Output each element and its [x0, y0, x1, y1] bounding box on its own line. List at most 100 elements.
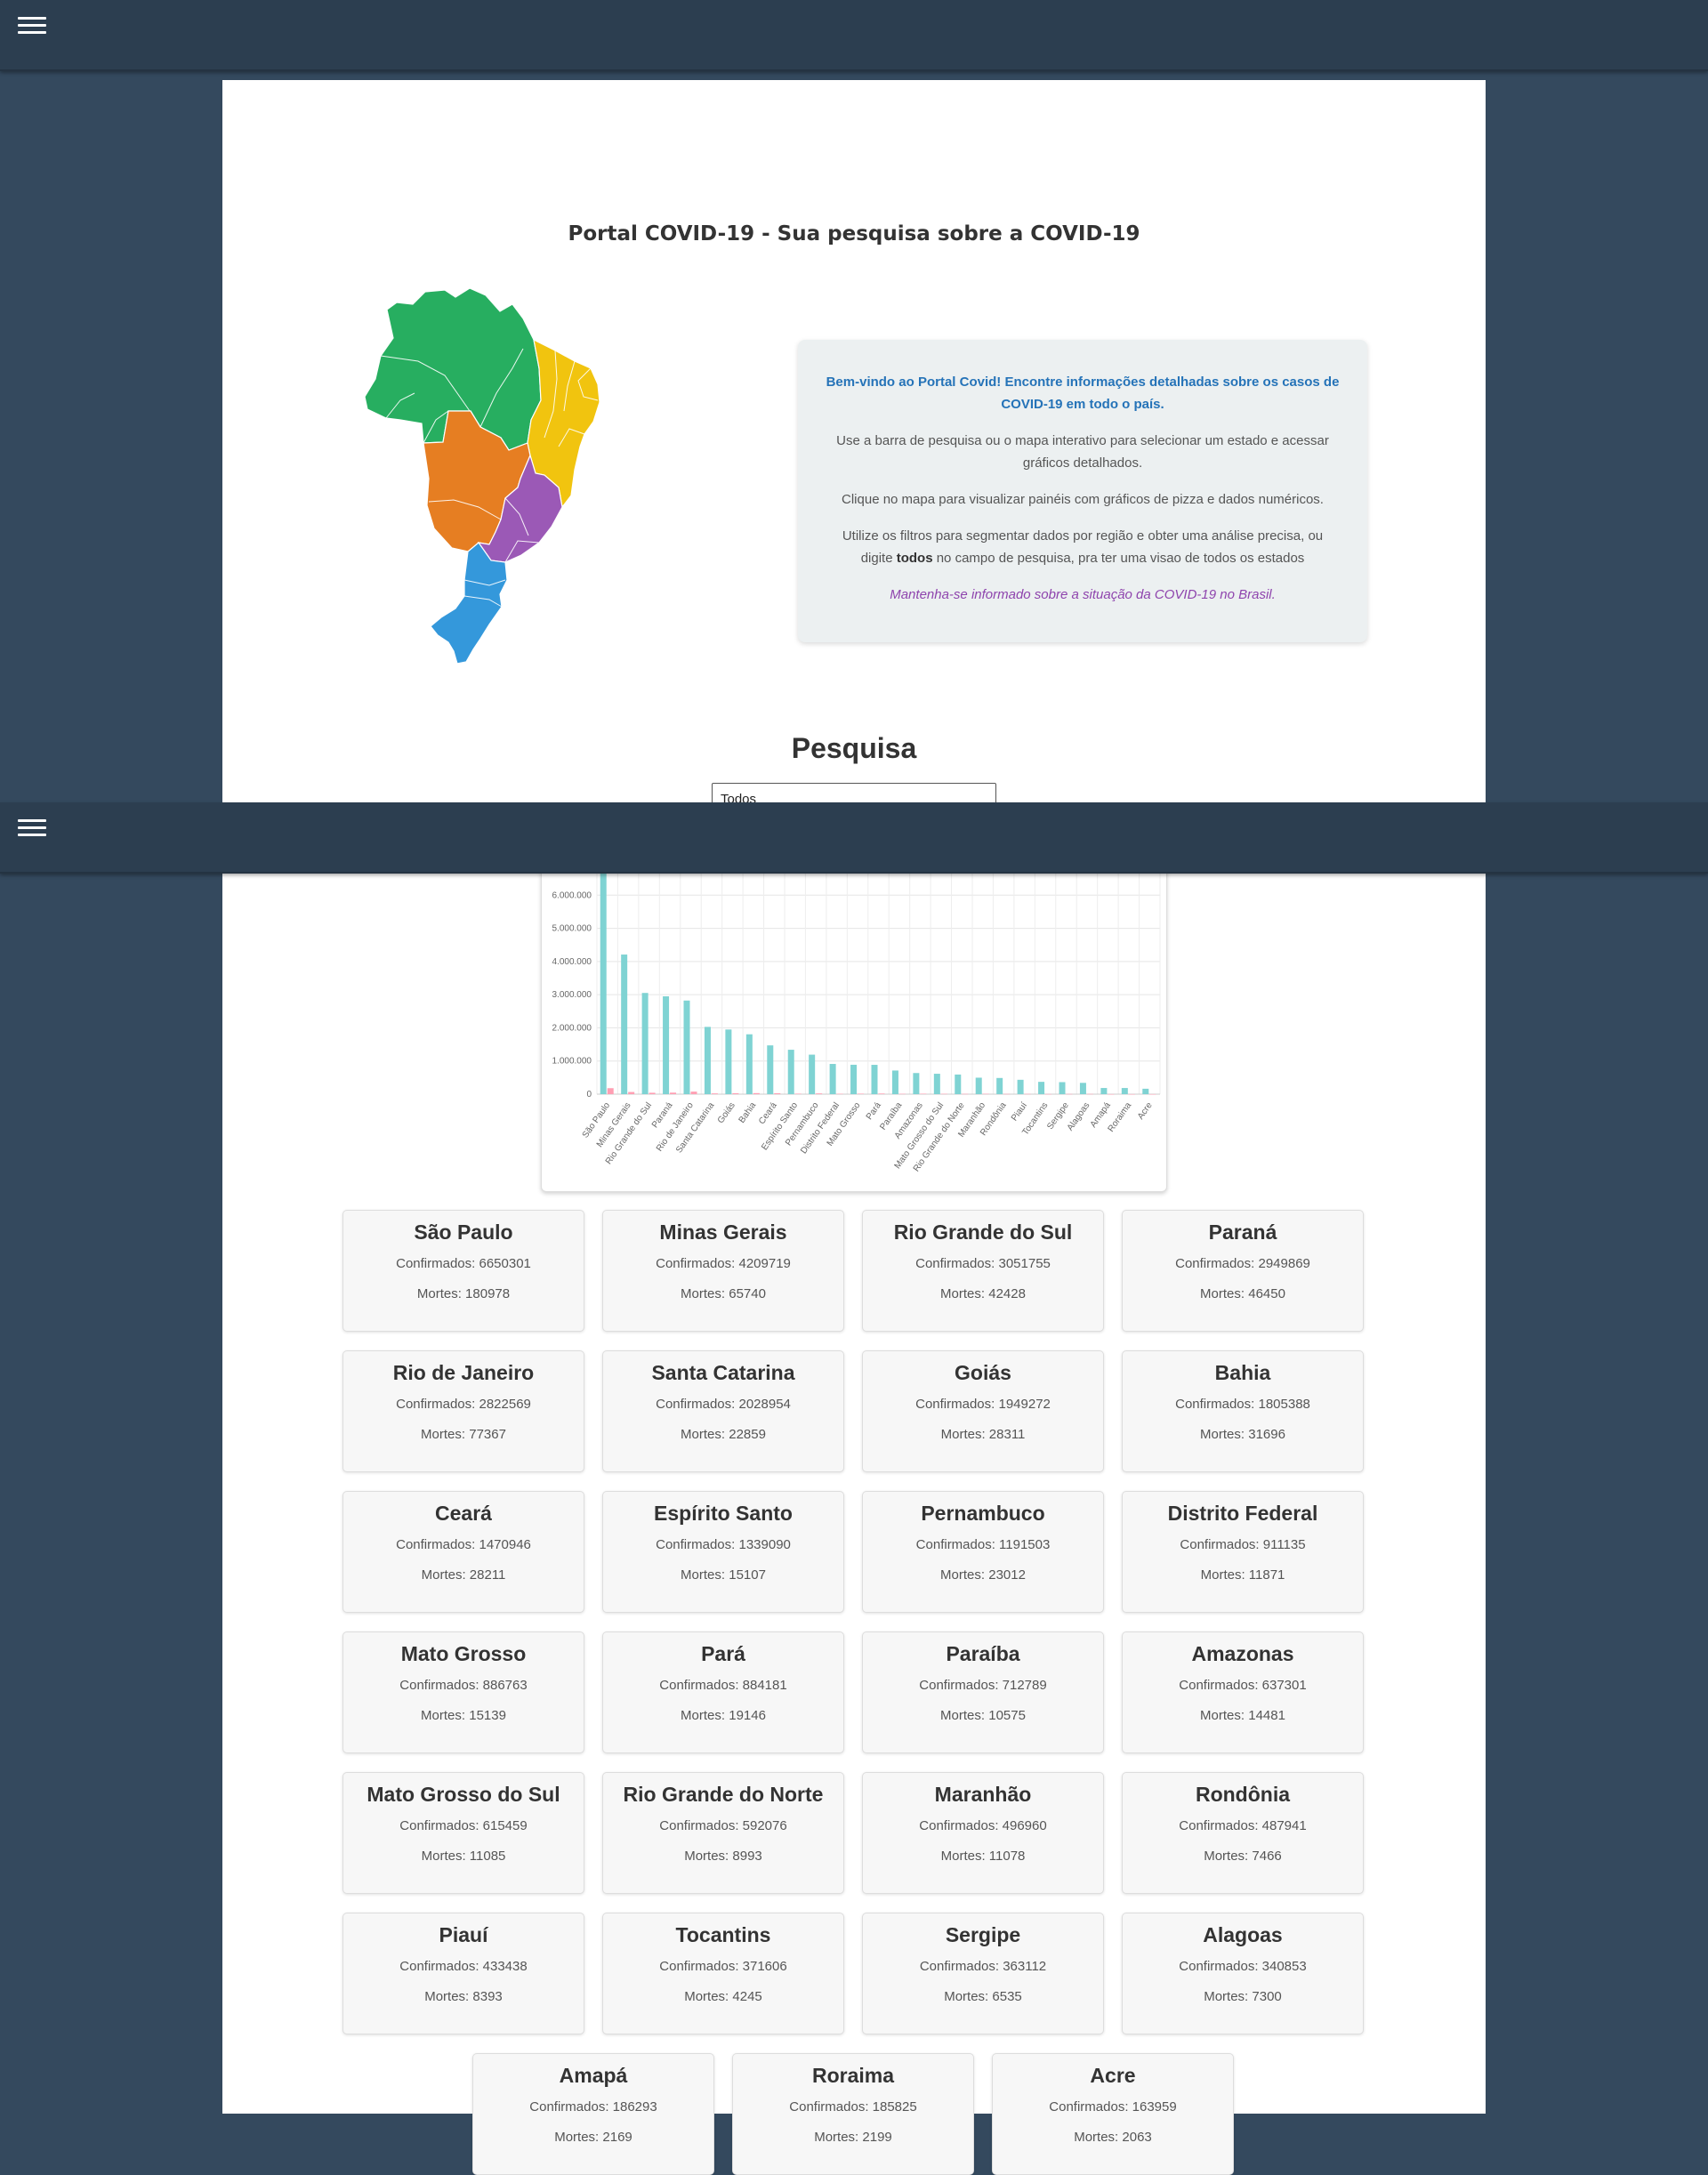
chart-bar — [1038, 1082, 1045, 1094]
state-card-deaths: Mortes: 180978 — [416, 1286, 511, 1301]
chart-bar — [621, 955, 628, 1094]
state-card[interactable]: Sergipe Confirmados: 363112 Mortes: 6535 — [862, 1913, 1104, 2034]
state-card-confirmed: Confirmados: 371606 — [659, 1959, 787, 1974]
state-card[interactable]: Rondônia Confirmados: 487941 Mortes: 7466 — [1122, 1772, 1364, 1894]
info-text-filters: Utilize os filtros para segmentar dados … — [842, 528, 1324, 566]
chart-y-tick-label: 2.000.000 — [552, 1023, 592, 1033]
state-card[interactable]: Ceará Confirmados: 1470946 Mortes: 28211 — [342, 1491, 584, 1613]
state-card-name: Mato Grosso — [400, 1642, 527, 1665]
chart-bar — [1086, 1093, 1093, 1095]
brazil-map[interactable] — [365, 286, 738, 678]
state-card[interactable]: Pernambuco Confirmados: 1191503 Mortes: 23… — [862, 1491, 1104, 1613]
chart-bar — [683, 1000, 690, 1094]
state-card-deaths: Mortes: 22859 — [681, 1427, 766, 1442]
chart-y-tick-label: 6.000.000 — [552, 890, 592, 900]
state-card-name: São Paulo — [414, 1220, 513, 1244]
hamburger-menu-icon[interactable] — [18, 819, 46, 842]
state-card[interactable]: Rio de Janeiro Confirmados: 2822569 Mortes… — [342, 1350, 584, 1472]
state-card[interactable]: Paraíba Confirmados: 712789 Mortes: 10575 — [862, 1631, 1104, 1753]
chart-bar — [1149, 1093, 1156, 1095]
state-card-name: Rio de Janeiro — [392, 1361, 535, 1384]
state-card-confirmed: Confirmados: 615459 — [399, 1818, 528, 1833]
state-card[interactable]: Piauí Confirmados: 433438 Mortes: 8393 — [342, 1913, 584, 2034]
state-card[interactable]: Rio Grande do Sul Confirmados: 3051755 Mor… — [862, 1210, 1104, 1332]
state-card-name: Mato Grosso do Sul — [367, 1783, 560, 1806]
chart-bar — [1045, 1093, 1052, 1095]
state-card[interactable]: Mato Grosso do Sul Confirmados: 615459 Mor… — [342, 1772, 584, 1894]
chart-y-tick-label: 4.000.000 — [552, 957, 592, 967]
state-card-name: Amapá — [559, 2064, 628, 2087]
content-panel: Portal COVID-19 - Sua pesquisa sobre a C… — [222, 80, 1486, 2175]
state-card[interactable]: Alagoas Confirmados: 340853 Mortes: 7300 — [1122, 1913, 1364, 2034]
chart-bar — [829, 1064, 836, 1094]
state-card-deaths: Mortes: 2199 — [814, 2130, 892, 2145]
state-card[interactable]: Goiás Confirmados: 1949272 Mortes: 28311 — [862, 1350, 1104, 1472]
state-card[interactable]: Espírito Santo Confirmados: 1339090 Mortes… — [602, 1491, 844, 1613]
chart-bar — [663, 996, 670, 1094]
state-card[interactable]: Mato Grosso Confirmados: 886763 Mortes: 15… — [342, 1631, 584, 1753]
chart-bar — [794, 1093, 802, 1094]
state-card-confirmed: Confirmados: 496960 — [919, 1818, 1047, 1833]
chart-y-tick-label: 0 — [586, 1090, 592, 1100]
state-card-deaths: Mortes: 8393 — [424, 1989, 503, 2004]
state-card-confirmed: Confirmados: 1805388 — [1175, 1397, 1310, 1412]
state-card[interactable]: Amapá Confirmados: 186293 Mortes: 2169 — [472, 2053, 714, 2175]
state-card-deaths: Mortes: 23012 — [940, 1567, 1026, 1583]
chart-bar — [850, 1064, 858, 1094]
info-text-map: Clique no mapa para visualizar painéis c… — [842, 492, 1324, 507]
state-card-confirmed: Confirmados: 886763 — [399, 1678, 528, 1693]
state-card-deaths: Mortes: 6535 — [944, 1989, 1022, 2004]
state-card[interactable]: São Paulo Confirmados: 6650301 Mortes: 180… — [342, 1210, 584, 1332]
state-card-name: Distrito Federal — [1167, 1502, 1318, 1525]
state-card-confirmed: Confirmados: 911135 — [1180, 1537, 1306, 1552]
state-card-name: Sergipe — [945, 1923, 1021, 1946]
state-card-confirmed: Confirmados: 1191503 — [915, 1537, 1051, 1552]
chart-bar — [962, 1093, 969, 1095]
state-card-confirmed: Confirmados: 4209719 — [656, 1256, 791, 1271]
state-card[interactable]: Rio Grande do Norte Confirmados: 592076 Mo… — [602, 1772, 844, 1894]
chart-bar — [913, 1073, 920, 1094]
state-card[interactable]: Distrito Federal Confirmados: 911135 Morte… — [1122, 1491, 1364, 1613]
state-card[interactable]: Minas Gerais Confirmados: 4209719 Mortes: … — [602, 1210, 844, 1332]
chart-bar — [641, 993, 649, 1094]
welcome-text: Bem-vindo ao Portal Covid! Encontre info… — [826, 375, 1340, 412]
search-title: Pesquisa — [791, 732, 917, 764]
state-card[interactable]: Tocantins Confirmados: 371606 Mortes: 4245 — [602, 1913, 844, 2034]
state-card-name: Bahia — [1214, 1361, 1271, 1384]
chart-bar — [871, 1065, 878, 1094]
state-card-name: Acre — [1090, 2064, 1136, 2087]
state-card-confirmed: Confirmados: 433438 — [399, 1959, 528, 1974]
state-card-deaths: Mortes: 28211 — [421, 1567, 506, 1583]
state-card[interactable]: Bahia Confirmados: 1805388 Mortes: 31696 — [1122, 1350, 1364, 1472]
hamburger-menu-icon[interactable] — [18, 17, 46, 40]
state-card-name: Maranhão — [934, 1783, 1032, 1806]
state-card-confirmed: Confirmados: 185825 — [789, 2099, 917, 2115]
info-text-search: Use a barra de pesquisa ou o mapa intera… — [836, 433, 1329, 471]
chart-bar — [1079, 1083, 1086, 1094]
state-card-deaths: Mortes: 14481 — [1200, 1708, 1285, 1723]
chart-bar — [1003, 1093, 1011, 1095]
state-card-deaths: Mortes: 2169 — [554, 2130, 632, 2145]
chart-bar — [933, 1074, 940, 1094]
state-card-deaths: Mortes: 7466 — [1204, 1849, 1282, 1864]
state-card[interactable]: Acre Confirmados: 163959 Mortes: 2063 — [992, 2053, 1234, 2175]
state-card-deaths: Mortes: 15107 — [681, 1567, 766, 1583]
state-card[interactable]: Roraima Confirmados: 185825 Mortes: 2199 — [732, 2053, 974, 2175]
state-card-name: Santa Catarina — [651, 1361, 795, 1384]
state-card[interactable]: Pará Confirmados: 884181 Mortes: 19146 — [602, 1631, 844, 1753]
chart-bar — [816, 1093, 823, 1094]
state-card[interactable]: Amazonas Confirmados: 637301 Mortes: 14481 — [1122, 1631, 1364, 1753]
state-card[interactable]: Santa Catarina Confirmados: 2028954 Mortes… — [602, 1350, 844, 1472]
state-card-deaths: Mortes: 77367 — [421, 1427, 506, 1442]
state-card[interactable]: Maranhão Confirmados: 496960 Mortes: 11078 — [862, 1772, 1104, 1894]
info-box: Bem-vindo ao Portal Covid! Encontre info… — [798, 340, 1367, 642]
state-card-deaths: Mortes: 11078 — [940, 1849, 1026, 1864]
state-card-deaths: Mortes: 2063 — [1074, 2130, 1152, 2145]
state-card[interactable]: Paraná Confirmados: 2949869 Mortes: 46450 — [1122, 1210, 1364, 1332]
chart-bar — [1024, 1093, 1031, 1095]
chart-x-tick-label: Santa Catarina — [674, 1100, 717, 1155]
state-card-confirmed: Confirmados: 1470946 — [396, 1537, 531, 1552]
chart-bar — [607, 1088, 614, 1094]
chart-bar — [1108, 1093, 1115, 1095]
state-card-deaths: Mortes: 28311 — [940, 1427, 1026, 1442]
